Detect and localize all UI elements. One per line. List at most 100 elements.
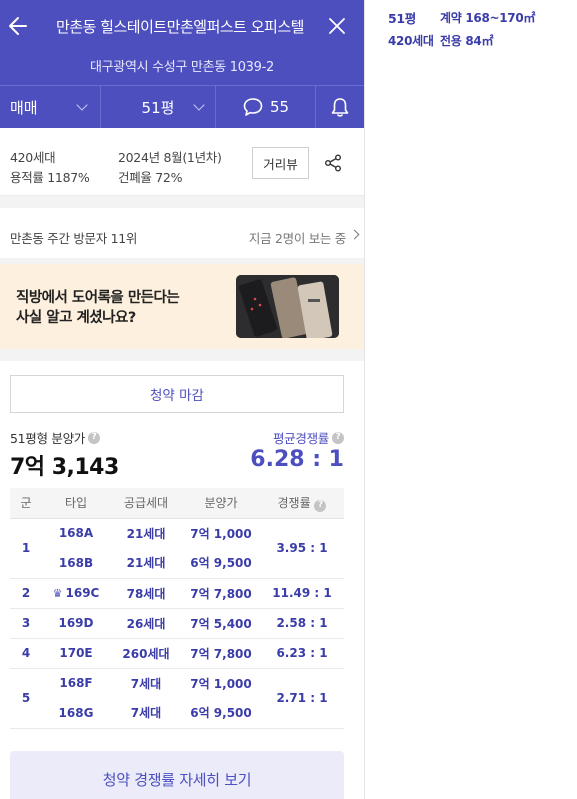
address: 대구광역시 수성구 만촌동 1039-2 xyxy=(89,60,274,75)
section-gap xyxy=(0,349,364,361)
completion-date: 2024년 8월(1년차) xyxy=(118,150,222,165)
map-label-row-1: 51평 계약 168~170㎡ xyxy=(388,6,577,29)
rate-cell: 11.49 : 1 xyxy=(260,578,344,609)
banner-text: 직방에서 도어록을 만든다는 사실 알고 계셨나요? xyxy=(16,288,180,328)
households: 420세대 xyxy=(10,150,56,165)
competition-detail-button[interactable]: 청약 경쟁률 자세히 보기 xyxy=(10,751,344,799)
units-cell: 7세대 xyxy=(130,676,162,691)
chevron-down-icon xyxy=(193,99,205,111)
competition-label: 평균경쟁률 ? xyxy=(273,428,344,447)
close-icon[interactable] xyxy=(324,12,350,40)
col-group: 군 xyxy=(10,488,42,519)
qa-count: 55 xyxy=(269,98,290,116)
subscription-section: 청약 마감 51평형 분양가 ? 7억 3,143 평균경쟁률 ? 6.28 :… xyxy=(0,361,364,799)
type-cell: 168A xyxy=(58,526,94,541)
col-units: 공급세대 xyxy=(110,488,182,519)
map-exclusive-area: 전용 84㎡ xyxy=(440,34,494,48)
price-value: 7억 3,143 xyxy=(10,455,119,480)
rate-cell: 2.71 : 1 xyxy=(260,668,344,729)
promo-banner[interactable]: 직방에서 도어록을 만든다는 사실 알고 계셨나요? xyxy=(0,264,364,349)
banner-line-1: 직방에서 도어록을 만든다는 xyxy=(16,290,180,306)
area-label: 51평 xyxy=(141,98,175,117)
share-icon[interactable] xyxy=(323,153,343,173)
unit-table: 군 타입 공급세대 분양가 경쟁률 ? 1 168A 21세대 7억 1,000… xyxy=(10,488,344,729)
price-cell: 6억 9,500 xyxy=(182,698,260,729)
notification-button[interactable] xyxy=(315,86,364,128)
units-cell: 7세대 xyxy=(110,698,182,729)
panel-divider xyxy=(364,0,365,799)
street-view-button[interactable]: 거리뷰 xyxy=(252,147,309,179)
header: 만촌동 힐스테이트만촌엘퍼스트 오피스텔 대구광역시 수성구 만촌동 1039-… xyxy=(0,0,364,128)
units-cell: 260세대 xyxy=(110,638,182,669)
group-cell: 1 xyxy=(10,518,42,579)
deal-type-label: 매매 xyxy=(10,98,38,117)
type-cell: ♛ 169C xyxy=(42,578,110,609)
col-price: 분양가 xyxy=(182,488,260,519)
competition-value: 6.28 : 1 xyxy=(250,447,344,472)
visitor-rank: 만촌동 주간 방문자 11위 xyxy=(10,231,138,246)
col-type: 타입 xyxy=(42,488,110,519)
header-toolbar: 매매 51평 55 xyxy=(0,86,364,128)
table-row: 3 169D 26세대 7억 5,400 2.58 : 1 xyxy=(10,608,344,639)
type-cell-text: 169C xyxy=(65,586,100,600)
price-label-text: 51평형 분양가 xyxy=(10,431,85,446)
rate-cell: 2.58 : 1 xyxy=(260,608,344,639)
map-label-row-2: 420세대 전용 84㎡ xyxy=(388,29,577,52)
group-cell: 3 xyxy=(10,608,42,639)
map-households: 420세대 xyxy=(388,34,434,48)
chevron-down-icon xyxy=(76,99,88,111)
group-cell: 2 xyxy=(10,578,42,609)
banner-line-2: 사실 알고 계셨나요? xyxy=(16,310,136,326)
area-dropdown[interactable]: 51평 xyxy=(100,86,215,128)
deal-type-dropdown[interactable]: 매매 xyxy=(0,86,100,128)
speech-bubble-icon xyxy=(243,98,263,116)
crown-icon: ♛ xyxy=(52,587,63,600)
page-title: 만촌동 힐스테이트만촌엘퍼스트 오피스텔 xyxy=(56,18,304,36)
units-cell: 21세대 xyxy=(126,526,166,541)
price-cell: 7억 1,000 xyxy=(190,526,252,541)
info-col-left: 420세대 용적률 1187% xyxy=(10,148,90,188)
subscription-status-button[interactable]: 청약 마감 xyxy=(10,375,344,413)
rate-cell: 6.23 : 1 xyxy=(260,638,344,669)
bell-icon xyxy=(331,98,349,117)
price-cell: 7억 7,800 xyxy=(182,578,260,609)
units-cell: 21세대 xyxy=(110,548,182,579)
map-contract-area: 계약 168~170㎡ xyxy=(440,11,536,25)
viewing-now-link[interactable]: 지금 2명이 보는 중 xyxy=(249,228,346,247)
qa-button[interactable]: 55 xyxy=(215,86,315,128)
units-cell: 26세대 xyxy=(110,608,182,639)
info-col-right: 2024년 8월(1년차) 건폐율 72% xyxy=(118,148,222,188)
table-header-row: 군 타입 공급세대 분양가 경쟁률 ? xyxy=(10,488,344,519)
price-label: 51평형 분양가 ? xyxy=(10,428,100,447)
group-cell: 5 xyxy=(10,668,42,729)
group-cell: 4 xyxy=(10,638,42,669)
help-icon[interactable]: ? xyxy=(87,431,100,444)
arrow-left-icon[interactable] xyxy=(6,12,32,40)
listing-panel: 만촌동 힐스테이트만촌엘퍼스트 오피스텔 대구광역시 수성구 만촌동 1039-… xyxy=(0,0,364,799)
help-icon[interactable]: ? xyxy=(332,431,344,444)
units-cell: 78세대 xyxy=(110,578,182,609)
type-cell: 168F xyxy=(59,676,93,691)
col-competition-text: 경쟁률 xyxy=(277,496,311,510)
price-cell: 7억 5,400 xyxy=(182,608,260,639)
section-gap xyxy=(0,196,364,208)
chevron-right-icon xyxy=(349,229,360,240)
table-row: 5 168F 7세대 7억 1,000 2.71 : 1 xyxy=(10,668,344,729)
competition-label-text: 평균경쟁률 xyxy=(272,431,329,446)
price-cell: 7억 7,800 xyxy=(182,638,260,669)
table-row: 4 170E 260세대 7억 7,800 6.23 : 1 xyxy=(10,638,344,669)
price-cell: 7억 1,000 xyxy=(190,676,252,691)
type-cell: 168B xyxy=(42,548,110,579)
map-unit-label[interactable]: 51평 계약 168~170㎡ 420세대 전용 84㎡ xyxy=(388,6,577,52)
price-cell: 6억 9,500 xyxy=(182,548,260,579)
type-cell: 169D xyxy=(42,608,110,639)
floor-area-ratio: 용적률 1187% xyxy=(10,170,90,185)
visitor-stats: 만촌동 주간 방문자 11위 지금 2명이 보는 중 xyxy=(0,208,364,258)
type-cell: 168G xyxy=(42,698,110,729)
table-row: 2 ♛ 169C 78세대 7억 7,800 11.49 : 1 xyxy=(10,578,344,609)
rate-cell: 3.95 : 1 xyxy=(260,518,344,579)
type-cell: 170E xyxy=(42,638,110,669)
map-area-py: 51평 xyxy=(388,11,416,26)
help-icon[interactable]: ? xyxy=(314,499,327,512)
col-competition: 경쟁률 ? xyxy=(260,488,344,519)
